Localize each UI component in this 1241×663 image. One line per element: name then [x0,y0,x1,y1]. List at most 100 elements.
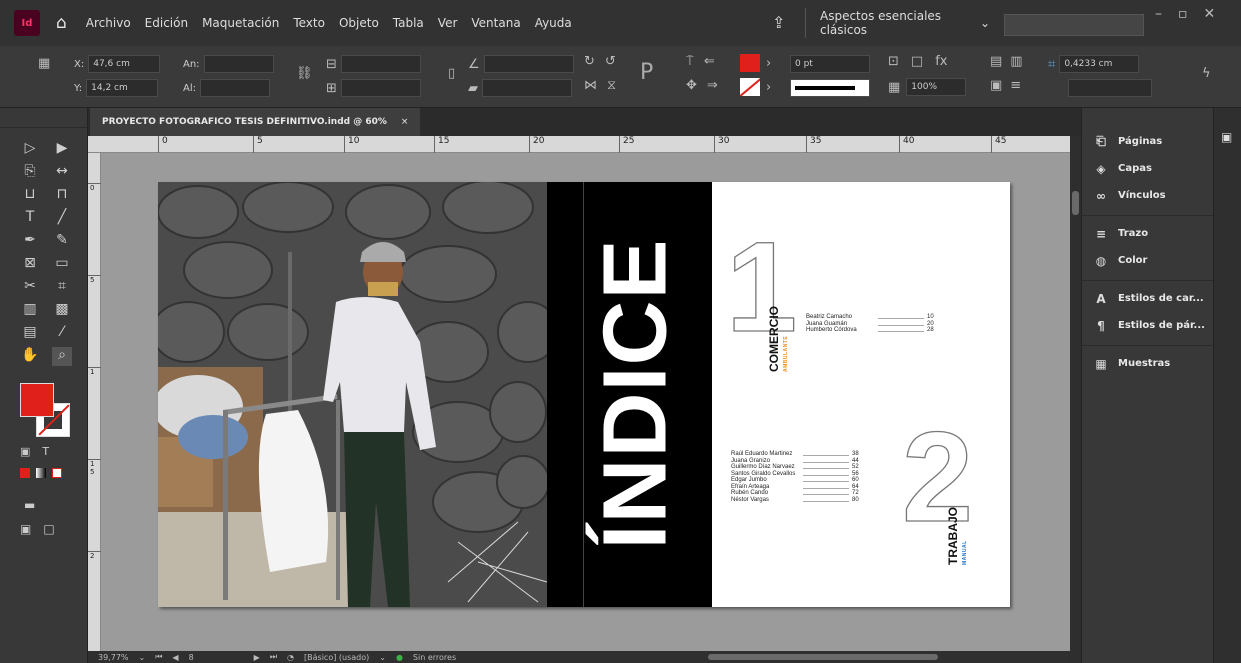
menu-edicion[interactable]: Edición [145,16,188,30]
index-title[interactable]: ÍNDICE [585,238,688,549]
menu-objeto[interactable]: Objeto [339,16,379,30]
prev-page-icon[interactable]: ◀ [172,653,178,662]
eyedropper-tool-icon[interactable]: ⁄ [52,324,72,343]
scroll-thumb[interactable] [1072,191,1079,215]
chevron-down-icon[interactable]: ⌄ [379,653,386,662]
zoom-tool-icon[interactable]: ⌕ [52,347,72,366]
panel-links[interactable]: ∞ Vínculos [1082,182,1213,209]
home-icon[interactable]: ⌂ [56,13,67,33]
menu-ver[interactable]: Ver [438,16,458,30]
columns-icon[interactable]: ≡ [1010,78,1021,93]
pencil-tool-icon[interactable]: ✎ [52,232,72,251]
scale-y-field[interactable] [340,79,421,97]
open-page-icon[interactable]: ◔ [287,653,294,662]
rotate-ccw-icon[interactable]: ↺ [605,54,616,69]
horizontal-scroll-thumb[interactable] [708,654,938,660]
gradient-swatch-tool-icon[interactable]: ▥ [20,301,40,320]
collapsed-panel-icon[interactable]: ▣ [1221,130,1241,144]
x-field[interactable]: 47,6 cm [88,55,161,73]
apply-none-icon[interactable] [52,468,62,478]
first-page-icon[interactable]: ⏮ [155,652,162,662]
menu-tabla[interactable]: Tabla [393,16,424,30]
menu-archivo[interactable]: Archivo [86,16,131,30]
shear-field[interactable] [482,79,572,97]
panel-pages[interactable]: ⎗ Páginas [1082,128,1213,155]
zoom-level[interactable]: 39,77% [98,653,129,662]
panel-color[interactable]: ◍ Color [1082,247,1213,274]
fill-chevron-icon[interactable]: › [766,56,771,71]
stroke-weight-field[interactable]: 0 pt [790,55,870,73]
menu-texto[interactable]: Texto [293,16,325,30]
select-next-icon[interactable]: ⇒ [707,78,718,93]
gradient-feather-tool-icon[interactable]: ▩ [52,301,72,320]
close-icon[interactable]: ✕ [1204,6,1216,22]
panel-layers[interactable]: ◈ Capas [1082,155,1213,182]
workspace-switcher[interactable]: Aspectos esenciales clásicos ⌄ [805,8,990,38]
content-collector-icon[interactable]: ⊔ [20,186,40,205]
apply-color-icon[interactable] [20,468,30,478]
y-field[interactable]: 14,2 cm [86,79,159,97]
constrain-link-icon[interactable]: ⛓ [296,66,313,81]
align-center-icon[interactable]: ▥ [1010,54,1022,69]
page-tool-icon[interactable]: ⎘ [20,163,40,182]
chevron-down-icon[interactable]: ⌄ [139,653,146,662]
reference-point-icon[interactable]: ▦ [38,56,50,71]
rectangle-frame-tool-icon[interactable]: ⊠ [20,255,40,274]
frame-fill-icon[interactable]: □ [911,54,923,69]
fill-swatch-small[interactable] [740,54,760,72]
content-placer-icon[interactable]: ⊓ [52,186,72,205]
flash-icon[interactable]: ϟ [1202,66,1211,81]
align-left-icon[interactable]: ▤ [990,54,1002,69]
text-wrap-icon[interactable]: ▣ [990,78,1002,93]
free-transform-tool-icon[interactable]: ⌗ [52,278,72,297]
note-tool-icon[interactable]: ▤ [20,324,40,343]
object-style-select[interactable] [1068,79,1152,97]
panel-swatches[interactable]: ▦ Muestras [1082,350,1213,377]
apply-gradient-icon[interactable] [36,468,46,478]
gap-tool-icon[interactable]: ↔ [52,163,72,182]
pen-tool-icon[interactable]: ✒ [20,232,40,251]
scissors-tool-icon[interactable]: ✂ [20,278,40,297]
rectangle-tool-icon[interactable]: ▭ [52,255,72,274]
line-tool-icon[interactable]: ╱ [52,209,72,228]
select-container-icon[interactable]: ⍑ [686,54,694,69]
share-icon[interactable]: ⇪ [772,13,785,32]
formatting-text-icon[interactable]: T [42,445,49,458]
frame-fit-icon[interactable]: ⊡ [888,54,899,69]
style-status[interactable]: [Básico] (usado) [304,653,369,662]
selection-tool-icon[interactable]: ▷ [20,140,40,159]
formatting-container-icon[interactable]: ▣ [20,445,30,458]
panel-paragraph-styles[interactable]: ¶ Estilos de pár... [1082,312,1213,339]
page-number[interactable]: 8 [189,653,194,662]
scale-link-icon[interactable]: ▯ [448,66,455,81]
stroke-chevron-icon[interactable]: › [766,80,771,95]
opacity-field[interactable]: 100% [906,78,967,96]
width-field[interactable] [203,55,274,73]
vertical-scrollbar[interactable] [1070,136,1081,663]
hand-tool-icon[interactable]: ✋ [20,347,40,366]
last-page-icon[interactable]: ⏭ [270,652,277,662]
next-page-icon[interactable]: ▶ [254,653,260,662]
panel-character-styles[interactable]: A Estilos de car... [1082,285,1213,312]
fx-icon[interactable]: fx [935,54,947,69]
street-vendor-photo[interactable] [158,182,547,607]
minimize-icon[interactable]: – [1155,6,1162,22]
screen-mode-icon[interactable]: ▬ [24,498,35,512]
height-field[interactable] [200,79,270,97]
normal-view-icon[interactable]: ▣ [20,522,31,536]
rotate-cw-icon[interactable]: ↻ [584,54,595,69]
search-input[interactable] [1004,14,1144,36]
select-content-icon[interactable]: ✥ [686,78,697,93]
document-tab[interactable]: PROYECTO FOTOGRAFICO TESIS DEFINITIVO.in… [90,108,421,136]
flip-horizontal-icon[interactable]: ⋈ [584,78,597,93]
rotation-field[interactable] [483,55,574,73]
type-tool-icon[interactable]: T [20,209,40,228]
list-item[interactable]: Humberto Córdova 28 [806,327,936,334]
tab-close-icon[interactable]: × [401,117,409,127]
fill-swatch[interactable] [20,383,54,417]
menu-ayuda[interactable]: Ayuda [535,16,572,30]
list-item[interactable]: Néstor Vargas 80 [731,497,861,504]
select-previous-icon[interactable]: ⇐ [704,54,715,69]
menu-maquetacion[interactable]: Maquetación [202,16,279,30]
maximize-icon[interactable]: ▫ [1178,6,1188,22]
